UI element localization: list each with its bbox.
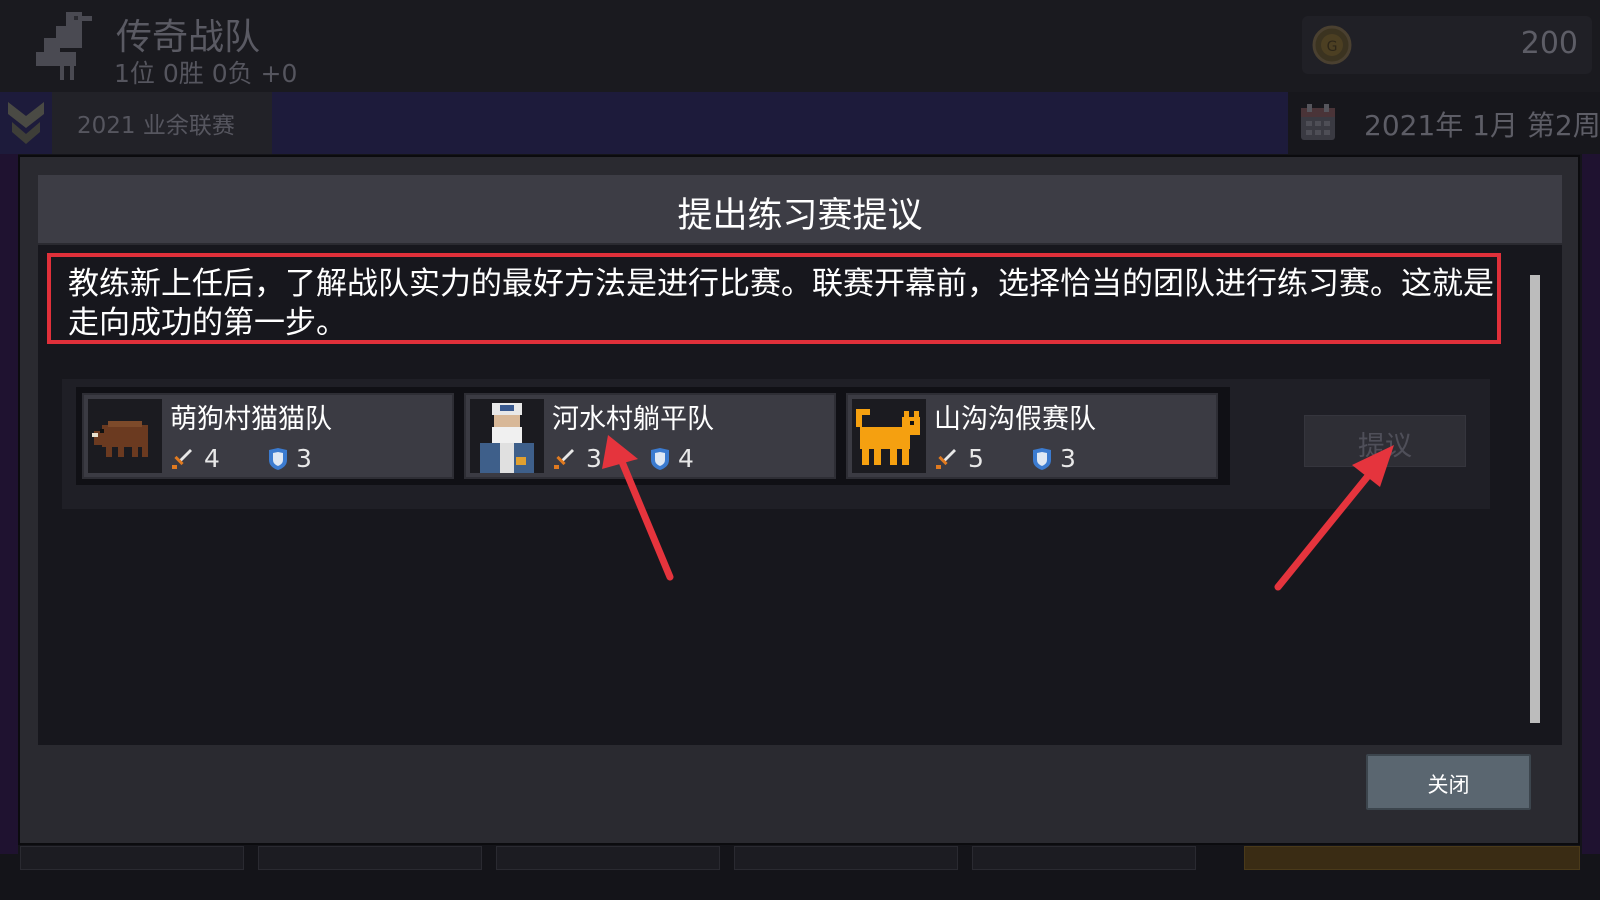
dialog-header: 提出练习赛提议 [38,175,1562,243]
sword-icon [172,449,192,469]
background-tab [972,846,1196,870]
background-strip-left [0,154,18,854]
background-tab [734,846,958,870]
league-tab[interactable]: 2021 业余联赛 [52,92,272,154]
calendar-icon [1301,104,1335,140]
team-record: 1位 0胜 0负 +0 [114,59,298,88]
shield-icon [269,448,287,470]
team-card[interactable]: 萌狗村猫猫队 4 3 [82,393,454,479]
team-card[interactable]: 山沟沟假赛队 5 3 [846,393,1218,479]
sword-icon [936,449,956,469]
defense-value: 3 [1060,444,1076,473]
dialog-title: 提出练习赛提议 [677,196,923,236]
current-date: 2021年 1月 第2周 [1364,109,1600,142]
background-tab [20,846,244,870]
cat-portrait-icon [852,399,926,473]
close-label: 关闭 [1427,773,1470,797]
team-name-label: 山沟沟假赛队 [934,404,1096,435]
coin-amount: 200 [1520,26,1578,61]
dialog-body: 教练新上任后，了解战队实力的最好方法是进行比赛。联赛开幕前，选择恰当的团队进行练… [38,245,1562,745]
background-tab [258,846,482,870]
team-name-label: 萌狗村猫猫队 [170,404,332,435]
sword-icon [554,449,574,469]
coin-counter: G 200 [1302,16,1592,74]
highlight-box [47,253,1501,344]
background-strip-right [1582,154,1600,854]
league-bar: 2021 业余联赛 2021年 1月 第2周 [0,92,1600,154]
team-name-label: 河水村躺平队 [552,404,714,435]
annotation-arrow [1274,445,1394,591]
background-tab-highlighted [1244,846,1580,870]
attack-value: 5 [968,444,984,473]
boar-portrait-icon [88,399,162,473]
defense-value: 3 [296,444,312,473]
league-name: 2021 业余联赛 [77,113,235,139]
shield-icon [1033,448,1051,470]
annotation-arrow [602,435,674,581]
close-button[interactable]: 关闭 [1366,754,1531,810]
attack-value: 4 [204,444,220,473]
coin-icon: G [1312,25,1352,65]
top-bar: 传奇战队 1位 0胜 0负 +0 G 200 [0,0,1600,92]
date-display: 2021年 1月 第2周 [1288,92,1600,154]
background-tab [496,846,720,870]
seagull-logo-icon [36,12,92,80]
old-captain-portrait-icon [470,399,544,473]
team-name: 传奇战队 [116,17,261,58]
svg-text:G: G [1327,39,1338,55]
defense-value: 4 [678,444,694,473]
scrollbar[interactable] [1530,275,1540,723]
chevron-rank-icon [8,102,44,144]
practice-match-dialog: 提出练习赛提议 教练新上任后，了解战队实力的最好方法是进行比赛。联赛开幕前，选择… [18,155,1580,845]
